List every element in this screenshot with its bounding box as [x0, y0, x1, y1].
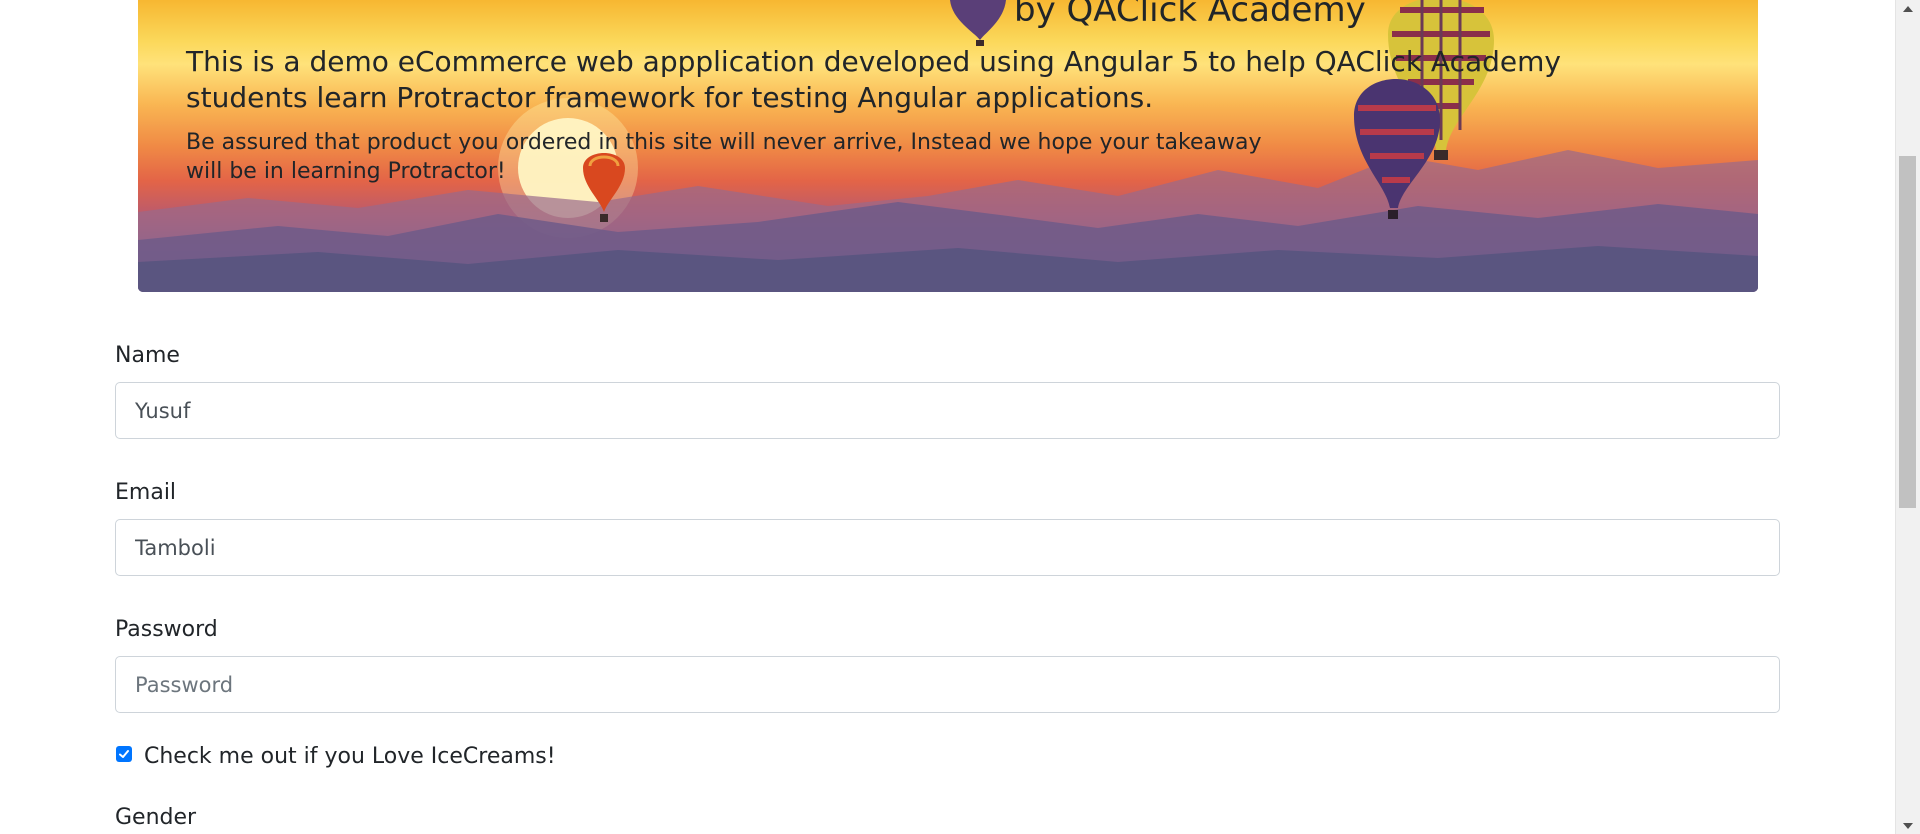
icecream-checkbox[interactable]	[116, 746, 132, 762]
checkmark-icon	[119, 750, 129, 758]
gender-label: Gender	[115, 805, 197, 830]
vertical-scrollbar[interactable]	[1895, 0, 1920, 834]
name-input[interactable]	[115, 382, 1780, 439]
hero-banner: by QAClick Academy This is a demo eComme…	[138, 0, 1758, 292]
banner-headline: This is a demo eCommerce web appplicatio…	[186, 45, 1561, 114]
email-input[interactable]	[115, 519, 1780, 576]
page: by QAClick Academy This is a demo eComme…	[0, 0, 1920, 834]
email-group: Email	[115, 477, 1780, 576]
balloon-top-purple	[950, 0, 1006, 46]
icecream-checkbox-label[interactable]: Check me out if you Love IceCreams!	[144, 741, 556, 773]
name-label: Name	[115, 343, 180, 368]
email-label: Email	[115, 480, 177, 505]
password-group: Password	[115, 614, 1780, 713]
triangle-down-icon	[1903, 822, 1913, 829]
scroll-up-button[interactable]	[1896, 0, 1920, 17]
password-input[interactable]	[115, 656, 1780, 713]
name-group: Name	[115, 340, 1780, 439]
icecream-check-row: Check me out if you Love IceCreams!	[115, 741, 1780, 773]
scroll-down-button[interactable]	[1896, 817, 1920, 834]
banner-note: Be assured that product you ordered in t…	[186, 130, 1262, 184]
scrollbar-thumb[interactable]	[1899, 156, 1916, 508]
signup-form: Name Email Password Check me out if you …	[115, 340, 1780, 830]
banner-subtitle: by QAClick Academy	[1014, 0, 1366, 30]
password-label: Password	[115, 617, 218, 642]
triangle-up-icon	[1903, 5, 1913, 12]
